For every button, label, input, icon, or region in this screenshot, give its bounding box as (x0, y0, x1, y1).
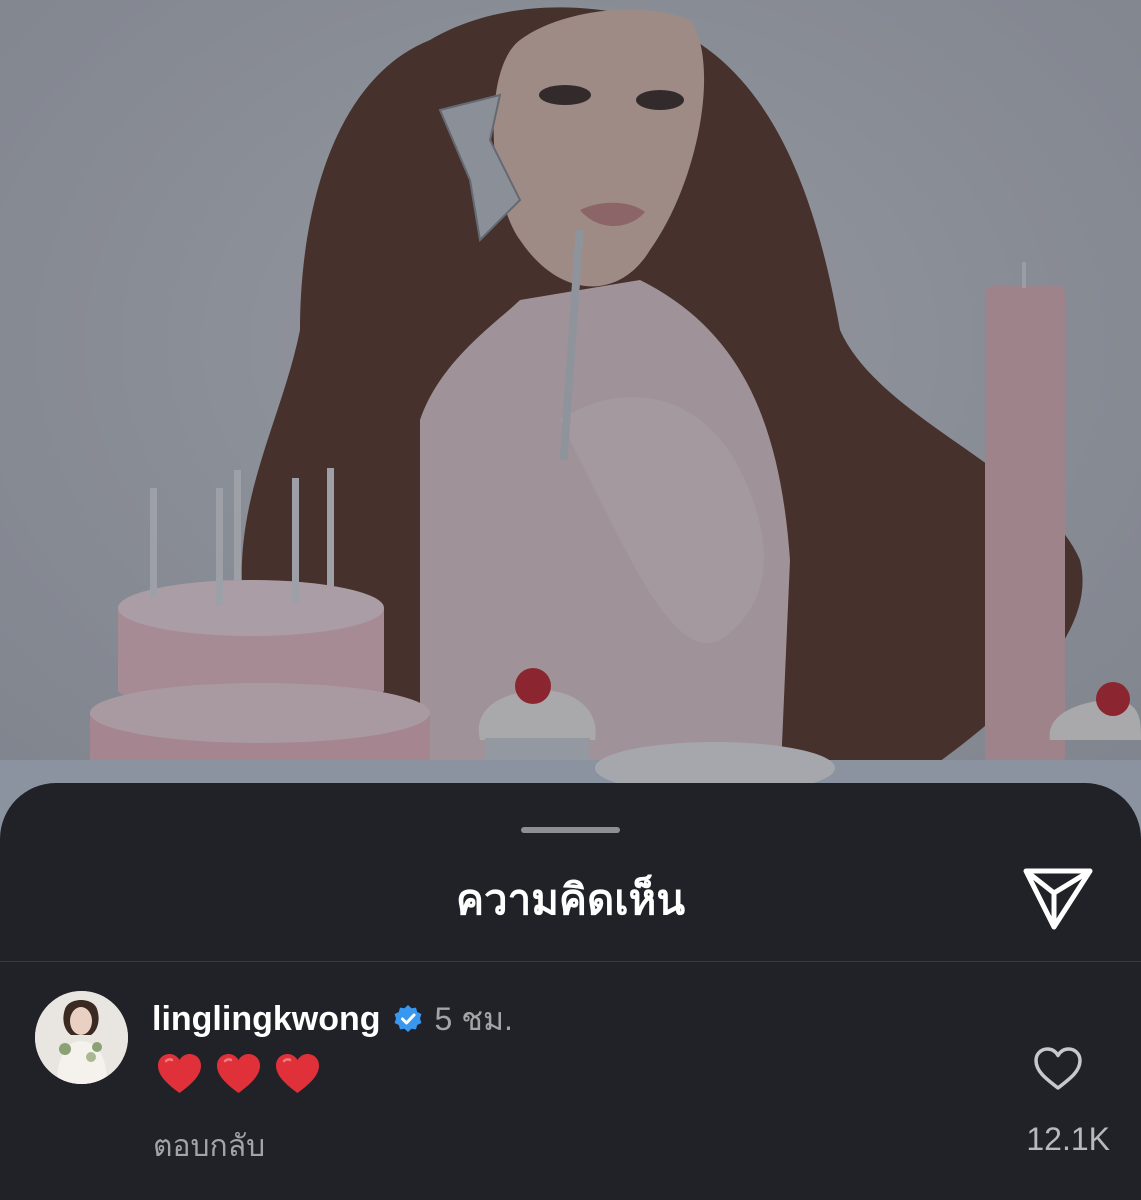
heart-outline-icon (1034, 1047, 1082, 1090)
red-heart-emoji-icon (158, 1053, 201, 1093)
comment-header: linglingkwong 5 ชม. (152, 997, 513, 1041)
header-divider (0, 961, 1141, 962)
sheet-title: ความคิดเห็น (455, 876, 686, 923)
post-photo-background (0, 0, 1141, 860)
comment-timestamp: 5 ชม. (434, 1000, 513, 1037)
like-count: 12.1K (1026, 1121, 1110, 1157)
avatar[interactable] (35, 991, 128, 1084)
comments-sheet: ความคิดเห็น linglingkwong 5 ชม. ❤️❤️❤️ (0, 783, 1141, 1200)
like-comment-button[interactable] (1033, 1046, 1083, 1092)
red-heart-emoji-icon (217, 1053, 260, 1093)
share-button[interactable] (1020, 863, 1096, 931)
comment-text: ❤️❤️❤️ (156, 1047, 333, 1099)
paper-plane-icon (1023, 868, 1093, 930)
verified-badge-icon (394, 1005, 421, 1032)
photo-dim-overlay (0, 0, 1141, 860)
reply-button[interactable]: ตอบกลับ (153, 1123, 265, 1170)
sheet-grabber-handle[interactable] (521, 827, 620, 833)
comment-username[interactable]: linglingkwong (152, 1000, 381, 1039)
red-heart-emoji-icon (276, 1053, 319, 1093)
avatar-image (35, 991, 128, 1084)
